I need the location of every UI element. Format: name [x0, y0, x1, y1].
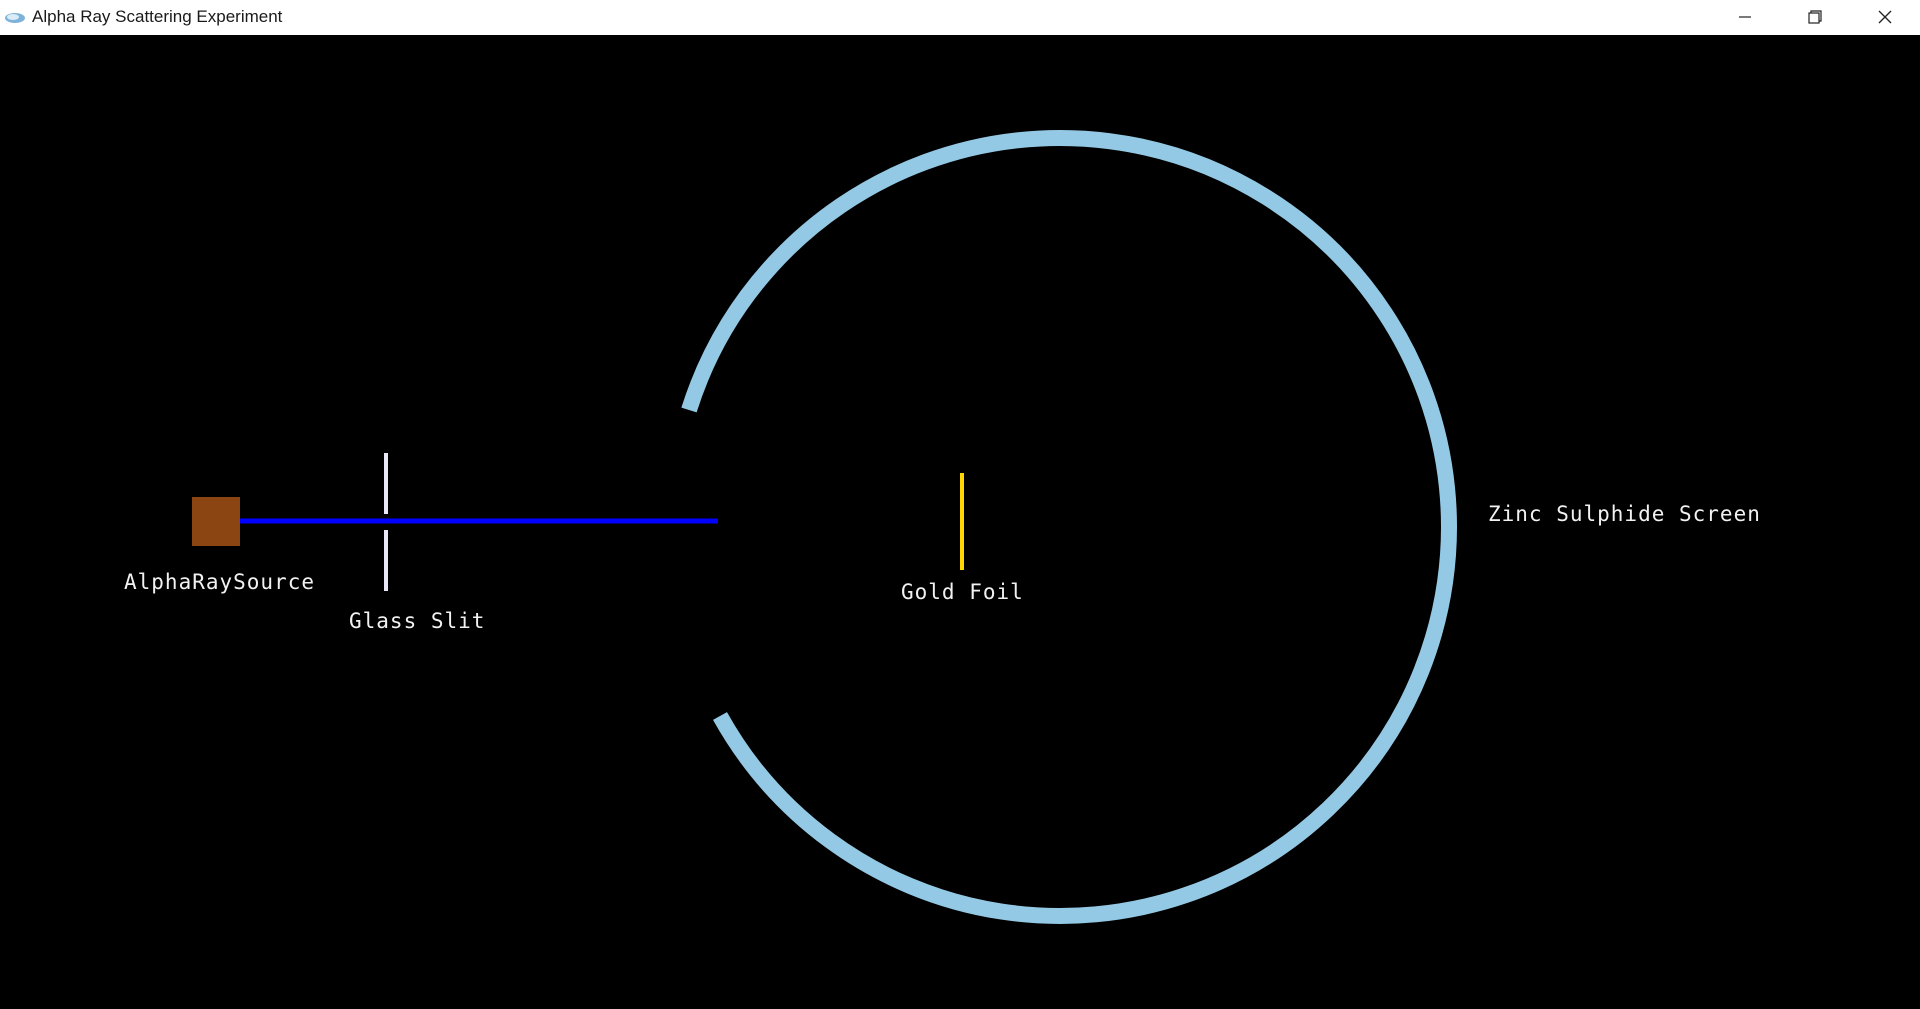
minimize-button[interactable]: [1710, 0, 1780, 35]
zinc-sulphide-screen: [681, 129, 1457, 924]
alpha-ray-source: [192, 497, 240, 546]
app-window: Alpha Ray Scattering Experiment AlphaRay…: [0, 0, 1920, 1009]
close-icon: [1878, 10, 1892, 24]
gold-foil-label: Gold Foil: [901, 580, 1024, 604]
experiment-canvas: AlphaRaySource Glass Slit Gold Foil Zinc…: [0, 35, 1920, 1009]
window-title: Alpha Ray Scattering Experiment: [32, 7, 283, 26]
glass-slit-label: Glass Slit: [349, 609, 486, 633]
zinc-sulphide-screen-label: Zinc Sulphide Screen: [1488, 502, 1761, 526]
app-icon: [4, 10, 26, 24]
restore-button[interactable]: [1780, 0, 1850, 35]
close-button[interactable]: [1850, 0, 1920, 35]
minimize-icon: [1739, 16, 1751, 18]
alpha-ray-source-label: AlphaRaySource: [124, 570, 316, 594]
restore-icon: [1808, 10, 1822, 24]
title-bar[interactable]: Alpha Ray Scattering Experiment: [0, 0, 1920, 36]
